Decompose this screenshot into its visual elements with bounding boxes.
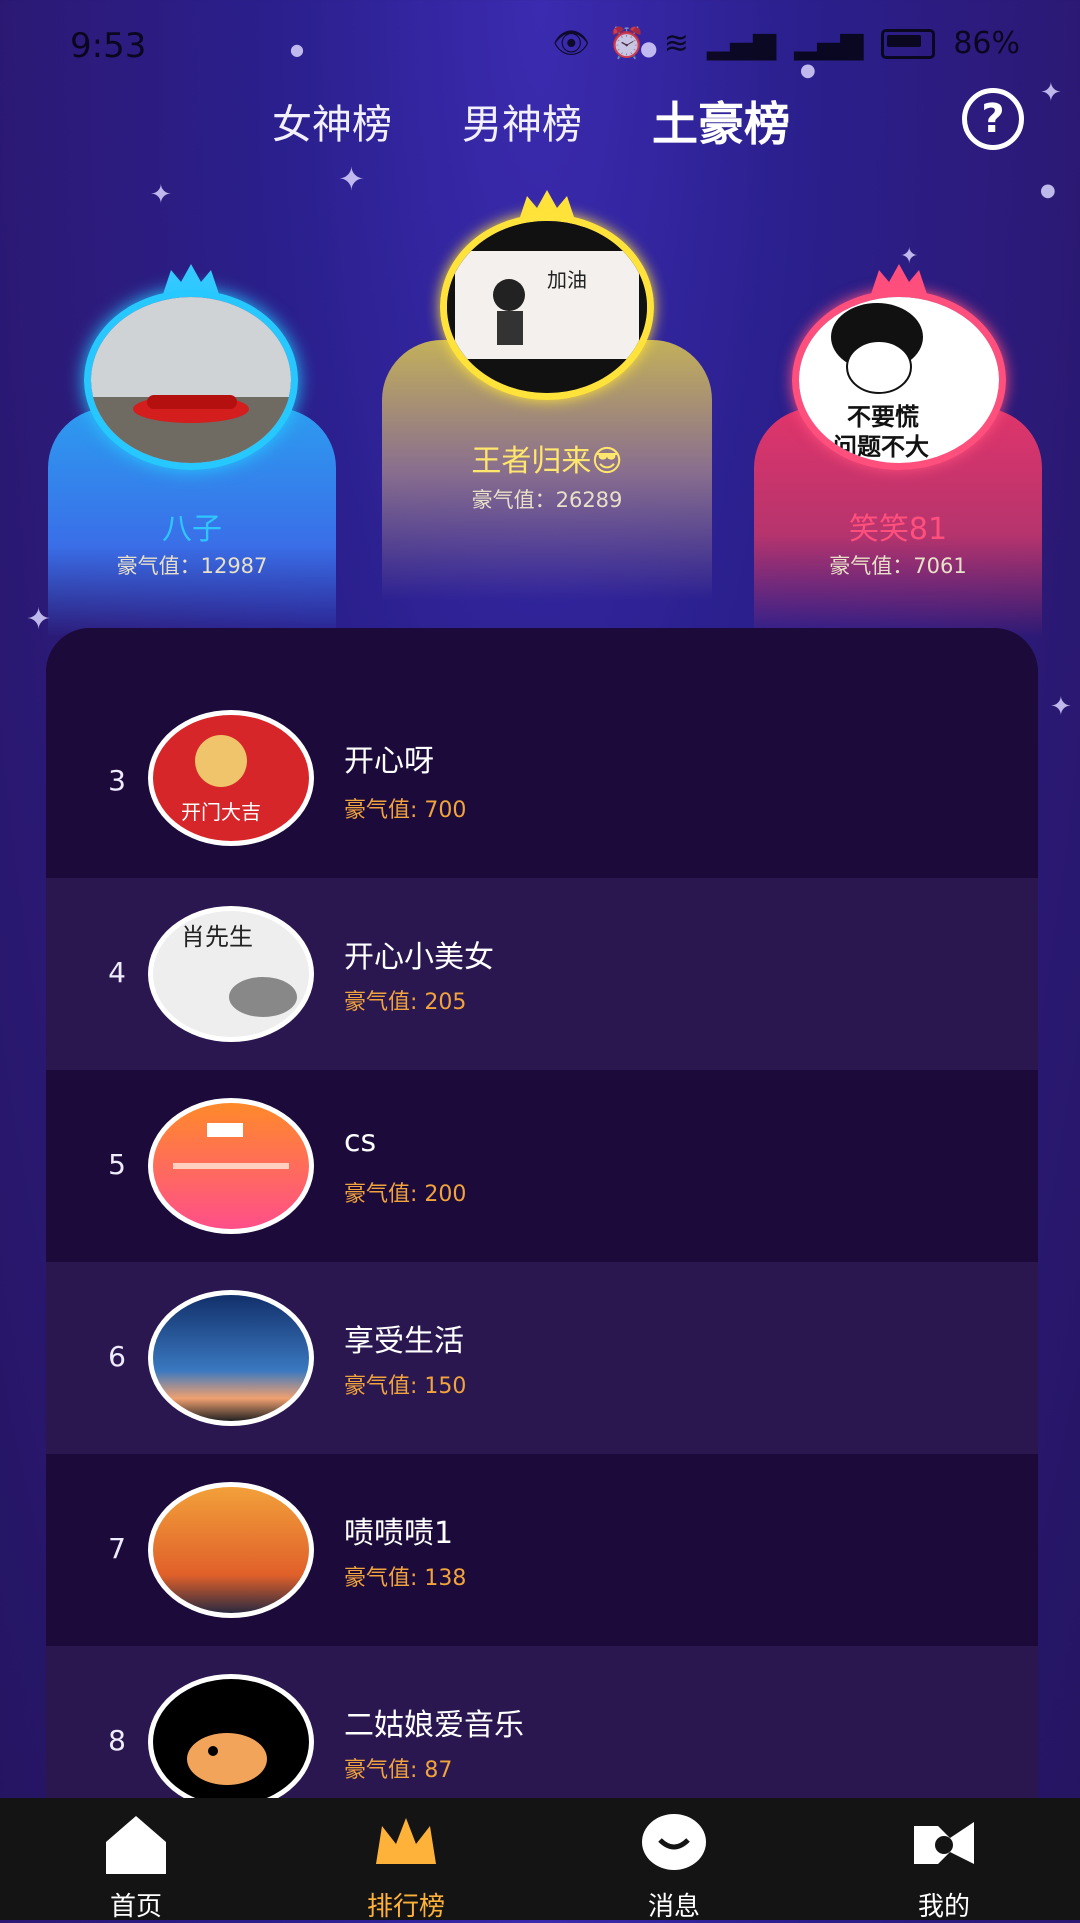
podium-first-score: 豪气值：26289 xyxy=(471,488,623,512)
user-name: cs xyxy=(344,1124,377,1159)
svg-text:问题不大: 问题不大 xyxy=(833,433,929,461)
podium-third-score: 豪气值：7061 xyxy=(829,554,967,578)
list-item[interactable]: 6 享受生活 豪气值: 150 xyxy=(46,1262,1038,1454)
rank-number: 4 xyxy=(108,956,126,989)
user-name: 啧啧啧1 xyxy=(344,1516,454,1551)
list-item[interactable]: 8 二姑娘爱音乐 豪气值: 87 xyxy=(46,1646,1038,1798)
avatar-second[interactable] xyxy=(84,290,298,470)
nav-ranking-label: 排行榜 xyxy=(366,1892,445,1922)
avatar-first[interactable]: 加油 xyxy=(440,214,654,400)
user-score: 豪气值: 200 xyxy=(344,1182,467,1207)
user-name: 开心小美女 xyxy=(344,940,494,975)
list-item[interactable]: 3 开门大吉 开心呀 豪气值: 700 xyxy=(46,628,1038,878)
signal-icon-2: ▂▄▆ xyxy=(794,26,864,61)
user-score: 豪气值: 205 xyxy=(344,990,467,1015)
nav-home-label: 首页 xyxy=(109,1892,162,1922)
home-icon xyxy=(106,1816,166,1874)
profile-icon xyxy=(914,1822,974,1864)
alarm-icon: ⏰ xyxy=(608,26,646,61)
tab-rich[interactable]: 土豪榜 xyxy=(652,88,790,154)
signal-icon: ▂▄▆ xyxy=(706,26,777,61)
battery-icon xyxy=(881,28,936,59)
eye-icon: 👁 xyxy=(552,26,591,61)
svg-text:加油: 加油 xyxy=(547,268,587,292)
podium-second-score: 豪气值：12987 xyxy=(116,554,268,578)
ranking-list: 3 开门大吉 开心呀 豪气值: 700 4 肖先生 开心小美女 豪气值: 205… xyxy=(46,628,1038,1798)
podium-first-name: 王者归来😎 xyxy=(471,444,623,479)
svg-text:开门大吉: 开门大吉 xyxy=(181,800,261,824)
avatar-third[interactable]: 不要慌 问题不大 xyxy=(792,290,1006,470)
tab-goddess[interactable]: 女神榜 xyxy=(272,92,392,150)
avatar xyxy=(148,1290,314,1426)
rank-number: 5 xyxy=(108,1148,126,1181)
bottom-nav: 首页 排行榜 消息 我的 xyxy=(0,1798,1080,1922)
user-name: 开心呀 xyxy=(344,744,434,779)
battery-percent: 86% xyxy=(953,26,1020,61)
question-mark-icon[interactable]: ? xyxy=(962,88,1024,150)
avatar xyxy=(148,1482,314,1618)
avatar: 开门大吉 xyxy=(148,710,314,846)
crown-icon xyxy=(376,1818,436,1864)
nav-messages-label: 消息 xyxy=(647,1892,700,1922)
status-time: 9:53 xyxy=(70,26,147,66)
podium-third-name: 笑笑81 xyxy=(848,512,948,547)
svg-text:肖先生: 肖先生 xyxy=(181,923,253,951)
user-score: 豪气值: 150 xyxy=(344,1374,467,1399)
list-item[interactable]: 5 cs 豪气值: 200 xyxy=(46,1070,1038,1262)
podium-second-name: 八子 xyxy=(162,512,222,547)
avatar xyxy=(148,1098,314,1234)
rank-number: 7 xyxy=(108,1532,126,1565)
user-score: 豪气值: 700 xyxy=(344,798,467,823)
rank-number: 8 xyxy=(108,1724,126,1757)
svg-text:不要慌: 不要慌 xyxy=(847,403,919,431)
ranking-tabs: 女神榜 男神榜 土豪榜 xyxy=(0,92,1080,152)
wifi-icon: ≋ xyxy=(663,26,689,61)
rank-number: 6 xyxy=(108,1340,126,1373)
avatar: 肖先生 xyxy=(148,906,314,1042)
list-item[interactable]: 7 啧啧啧1 豪气值: 138 xyxy=(46,1454,1038,1646)
user-name: 享受生活 xyxy=(344,1324,464,1359)
message-icon xyxy=(642,1814,706,1870)
tab-male-god[interactable]: 男神榜 xyxy=(462,92,582,150)
rank-number: 3 xyxy=(108,764,126,797)
list-item[interactable]: 4 肖先生 开心小美女 豪气值: 205 xyxy=(46,878,1038,1070)
status-bar: 9:53 👁 ⏰ ≋ ▂▄▆ ▂▄▆ 86% xyxy=(0,0,1080,96)
user-score: 豪气值: 138 xyxy=(344,1566,467,1591)
nav-profile-label: 我的 xyxy=(917,1892,970,1922)
user-name: 二姑娘爱音乐 xyxy=(344,1708,524,1743)
user-score: 豪气值: 87 xyxy=(344,1758,453,1783)
avatar xyxy=(148,1674,314,1798)
